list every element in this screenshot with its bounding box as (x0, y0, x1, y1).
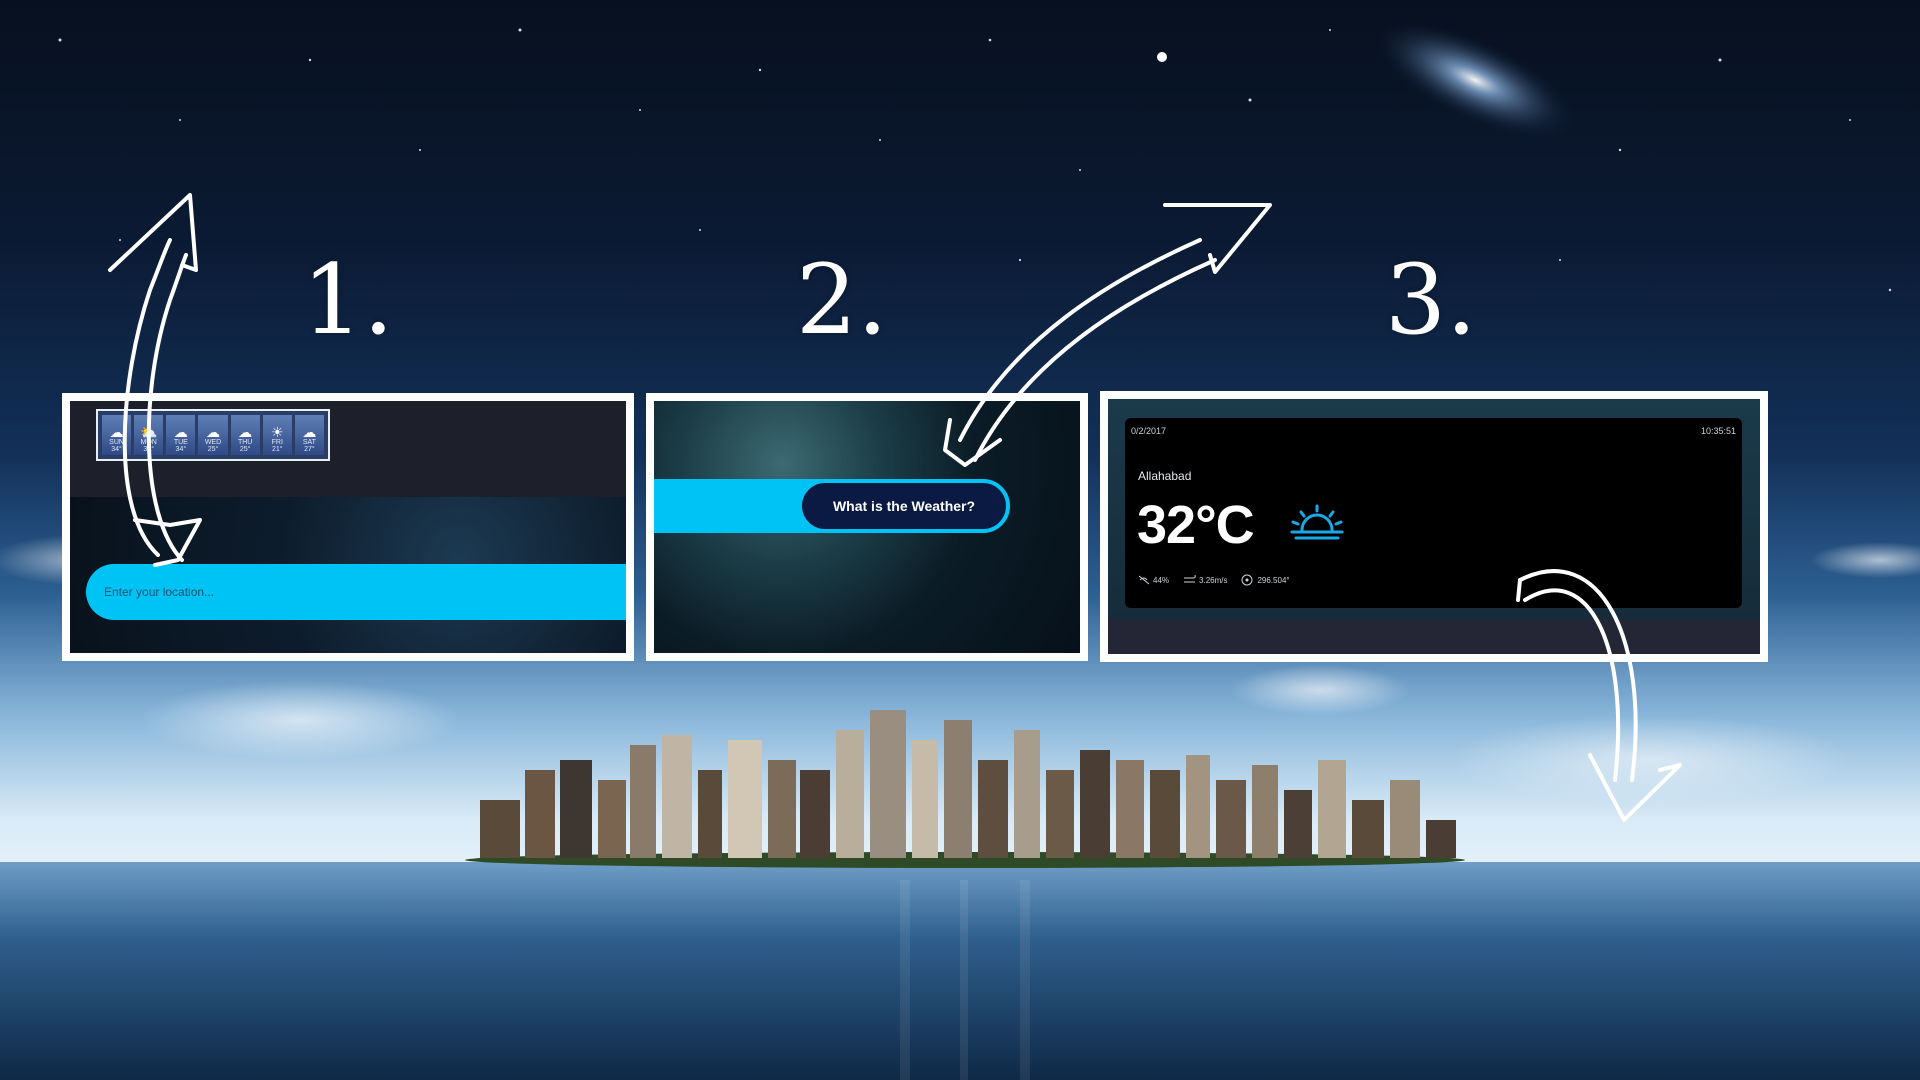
city-name: Allahabad (1138, 469, 1192, 483)
panel-weather-button-screenshot: What is the Weather? (646, 393, 1088, 661)
what-is-the-weather-button[interactable]: What is the Weather? (798, 479, 1010, 533)
panel-location-input-screenshot: ☁ SUN 34° ⛅ MON 33° ☁ TUE 34° ☁ WED 25° ☁ THU 25° … (62, 393, 634, 661)
forecast-day: ☁ TUE 34° (166, 415, 196, 455)
compass-icon (1241, 574, 1253, 586)
humidity-icon (1138, 575, 1150, 585)
cloud-rain-icon: ☁ (109, 424, 124, 440)
top-bar: ☁ SUN 34° ⛅ MON 33° ☁ TUE 34° ☁ WED 25° ☁ THU 25° … (70, 401, 626, 497)
step-number-2: 2. (796, 244, 888, 356)
date-label: 0/2/2017 (1131, 426, 1167, 436)
bottom-bar (1108, 620, 1760, 654)
direction-stat: 296.504° (1241, 574, 1290, 586)
wind-stat: 3.26m/s (1183, 574, 1227, 586)
cloud-rain-icon: ☁ (173, 424, 188, 440)
city-skyline (465, 710, 1465, 868)
humidity-stat: 44% (1137, 574, 1169, 586)
weather-stats: 44% 3.26m/s 296.504° (1137, 574, 1290, 586)
location-input[interactable] (86, 564, 626, 620)
panel-weather-result-screenshot: 0/2/2017 10:35:51 Allahabad 32°C 44% 3.2… (1100, 391, 1768, 662)
forecast-day: ☁ WED 25° (198, 415, 228, 455)
step-number-1: 1. (302, 244, 394, 356)
temperature: 32°C (1137, 495, 1255, 555)
cloud-rain-icon: ☁ (238, 424, 253, 440)
forecast-day: ☁ SAT 27° (294, 415, 324, 455)
forecast-strip: ☁ SUN 34° ⛅ MON 33° ☁ TUE 34° ☁ WED 25° ☁ THU 25° … (96, 409, 330, 461)
cloud-rain-icon: ☁ (302, 424, 317, 440)
time-label: 10:35:51 (1700, 426, 1736, 436)
sun-icon: ☀ (270, 424, 284, 440)
sunrise-icon (1290, 504, 1344, 540)
forecast-day: ☁ SUN 34° (102, 415, 132, 455)
step-number-3: 3. (1385, 244, 1477, 356)
forecast-day: ⛅ MON 33° (134, 415, 164, 455)
wind-icon (1184, 574, 1196, 583)
forecast-day: ☁ THU 25° (230, 415, 260, 455)
cloud-rain-icon: ☁ (205, 424, 220, 440)
sun-cloud-icon: ⛅ (139, 424, 158, 440)
forecast-day: ☀ FRI 21° (262, 415, 292, 455)
weather-card: 0/2/2017 10:35:51 Allahabad 32°C 44% 3.2… (1125, 418, 1742, 608)
